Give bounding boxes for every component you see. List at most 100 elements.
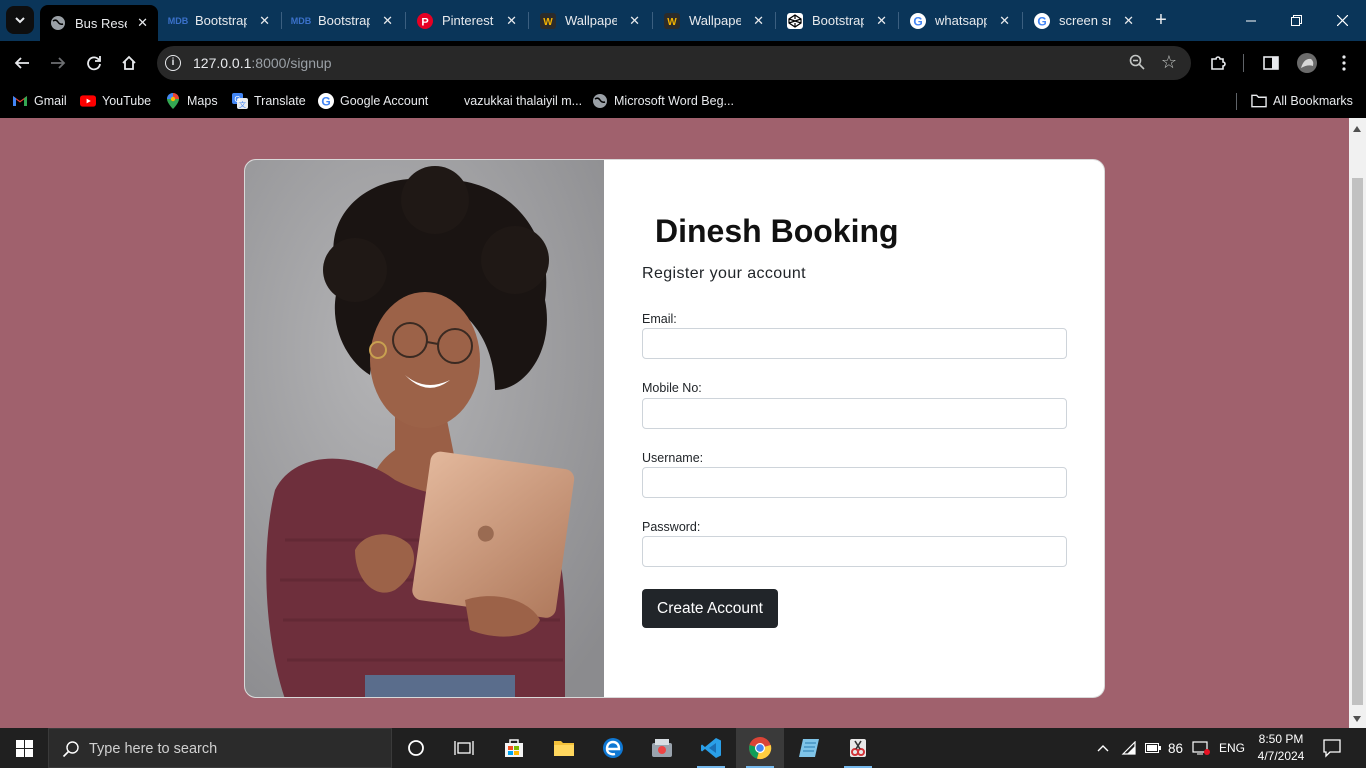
restore-button[interactable] bbox=[1274, 0, 1319, 41]
bookmark-youtube[interactable]: YouTube bbox=[80, 92, 151, 110]
zoom-icon[interactable] bbox=[1129, 54, 1145, 75]
home-button[interactable] bbox=[117, 51, 141, 75]
home-icon bbox=[122, 55, 136, 70]
tab-search-button[interactable] bbox=[6, 6, 34, 34]
file-explorer-button[interactable] bbox=[540, 728, 588, 768]
scroll-up-arrow-icon[interactable] bbox=[1353, 126, 1361, 132]
chrome-button[interactable] bbox=[736, 728, 784, 768]
all-bookmarks-button[interactable]: All Bookmarks bbox=[1251, 92, 1353, 110]
tab-pinterest[interactable]: P Pinterest ✕ bbox=[407, 6, 527, 35]
password-field[interactable] bbox=[642, 536, 1067, 567]
tab-bus-reservation[interactable]: Bus Reser ✕ bbox=[40, 5, 158, 41]
browser-menu-button[interactable] bbox=[1332, 51, 1356, 75]
vscode-icon bbox=[701, 738, 721, 758]
battery-icon bbox=[1145, 743, 1161, 753]
bookmark-vazukkai[interactable]: vazukkai thalaiyil m... bbox=[442, 92, 582, 110]
chevron-up-icon bbox=[1097, 745, 1109, 752]
bookmark-microsoft-word[interactable]: Microsoft Word Beg... bbox=[592, 92, 734, 110]
tab-bootstrap-2[interactable]: MDB Bootstrap ✕ bbox=[283, 6, 403, 35]
store-icon bbox=[505, 739, 523, 757]
network-status[interactable] bbox=[1121, 728, 1137, 768]
battery-status[interactable] bbox=[1145, 728, 1161, 768]
minimize-button[interactable] bbox=[1228, 0, 1273, 41]
svg-text:G: G bbox=[1037, 14, 1046, 28]
reload-button[interactable] bbox=[82, 51, 106, 75]
bookmark-star-icon[interactable]: ☆ bbox=[1161, 52, 1177, 73]
start-button[interactable] bbox=[0, 728, 48, 768]
close-tab-icon[interactable]: ✕ bbox=[137, 15, 148, 31]
notification-icon bbox=[1323, 739, 1341, 758]
tab-separator bbox=[405, 12, 406, 29]
tab-bootstrap-1[interactable]: MDB Bootstrap ✕ bbox=[160, 6, 280, 35]
profile-button[interactable] bbox=[1295, 51, 1319, 75]
bookmark-maps[interactable]: Maps bbox=[165, 92, 218, 110]
tab-separator bbox=[1022, 12, 1023, 29]
bookmark-translate[interactable]: G文 Translate bbox=[232, 92, 306, 110]
display-icon bbox=[1192, 741, 1210, 755]
notepad-button[interactable] bbox=[785, 728, 833, 768]
site-info-icon[interactable]: i bbox=[165, 55, 181, 71]
folder-icon bbox=[554, 741, 574, 756]
task-view-button[interactable] bbox=[440, 728, 488, 768]
cortana-button[interactable] bbox=[392, 728, 440, 768]
svg-text:G: G bbox=[321, 95, 330, 109]
address-bar[interactable]: i 127.0.0.1:8000/signup ☆ bbox=[157, 46, 1191, 80]
close-icon bbox=[1337, 15, 1348, 26]
restore-icon bbox=[1291, 15, 1302, 26]
windows-logo-icon bbox=[15, 739, 33, 757]
page-scrollbar[interactable] bbox=[1349, 118, 1366, 728]
mobile-field[interactable] bbox=[642, 398, 1067, 429]
close-tab-icon[interactable]: ✕ bbox=[382, 13, 393, 29]
scrollbar-thumb[interactable] bbox=[1352, 178, 1363, 705]
edge-button[interactable] bbox=[589, 728, 637, 768]
create-account-button[interactable]: Create Account bbox=[642, 589, 778, 628]
bookmarks-divider bbox=[1236, 93, 1237, 110]
side-panel-button[interactable] bbox=[1259, 51, 1283, 75]
close-tab-icon[interactable]: ✕ bbox=[506, 13, 517, 29]
close-tab-icon[interactable]: ✕ bbox=[1123, 13, 1134, 29]
extensions-button[interactable] bbox=[1206, 51, 1230, 75]
bookmark-google-account[interactable]: G Google Account bbox=[318, 92, 428, 110]
bookmark-gmail[interactable]: Gmail bbox=[12, 92, 67, 110]
snip-sketch-button[interactable] bbox=[834, 728, 882, 768]
tab-screen-snip-search[interactable]: G screen sni ✕ bbox=[1024, 6, 1144, 35]
show-hidden-icons[interactable] bbox=[1097, 728, 1109, 768]
new-tab-button[interactable]: + bbox=[1149, 9, 1173, 33]
google-icon: G bbox=[910, 12, 926, 29]
close-tab-icon[interactable]: ✕ bbox=[999, 13, 1010, 29]
svg-text:文: 文 bbox=[239, 100, 246, 109]
svg-text:P: P bbox=[421, 16, 428, 28]
chrome-icon bbox=[749, 737, 772, 760]
username-field[interactable] bbox=[642, 467, 1067, 498]
tab-separator bbox=[898, 12, 899, 29]
close-tab-icon[interactable]: ✕ bbox=[753, 13, 764, 29]
edge-icon bbox=[603, 738, 623, 758]
chevron-down-icon bbox=[15, 17, 25, 24]
vscode-button[interactable] bbox=[687, 728, 735, 768]
snipping-tool-button[interactable] bbox=[638, 728, 686, 768]
system-clock[interactable]: 8:50 PM 4/7/2024 bbox=[1250, 731, 1312, 765]
language-indicator[interactable]: ENG bbox=[1219, 728, 1245, 768]
tab-wallpaper-2[interactable]: W Wallpaper ✕ bbox=[654, 6, 774, 35]
search-icon bbox=[62, 741, 79, 758]
scissors-icon bbox=[850, 739, 866, 757]
email-field[interactable] bbox=[642, 328, 1067, 359]
close-tab-icon[interactable]: ✕ bbox=[876, 13, 887, 29]
scroll-down-arrow-icon[interactable] bbox=[1353, 716, 1361, 722]
tab-wallpaper-1[interactable]: W Wallpaper ✕ bbox=[530, 6, 650, 35]
snipping-tool-icon bbox=[652, 739, 672, 757]
address-url[interactable]: 127.0.0.1:8000/signup bbox=[193, 55, 332, 71]
close-tab-icon[interactable]: ✕ bbox=[629, 13, 640, 29]
mdb-icon: MDB bbox=[167, 15, 189, 26]
forward-button[interactable] bbox=[46, 51, 70, 75]
close-window-button[interactable] bbox=[1320, 0, 1365, 41]
wifi-icon bbox=[1121, 741, 1136, 755]
taskbar-search-box[interactable]: Type here to search bbox=[48, 728, 392, 768]
close-tab-icon[interactable]: ✕ bbox=[259, 13, 270, 29]
microsoft-store-button[interactable] bbox=[490, 728, 538, 768]
tab-whatsapp-search[interactable]: G whatsapp ✕ bbox=[900, 6, 1020, 35]
display-status[interactable] bbox=[1192, 728, 1210, 768]
back-button[interactable] bbox=[10, 51, 34, 75]
notifications-button[interactable] bbox=[1322, 738, 1342, 763]
tab-bootstrap-3[interactable]: Bootstrap ✕ bbox=[777, 6, 897, 35]
